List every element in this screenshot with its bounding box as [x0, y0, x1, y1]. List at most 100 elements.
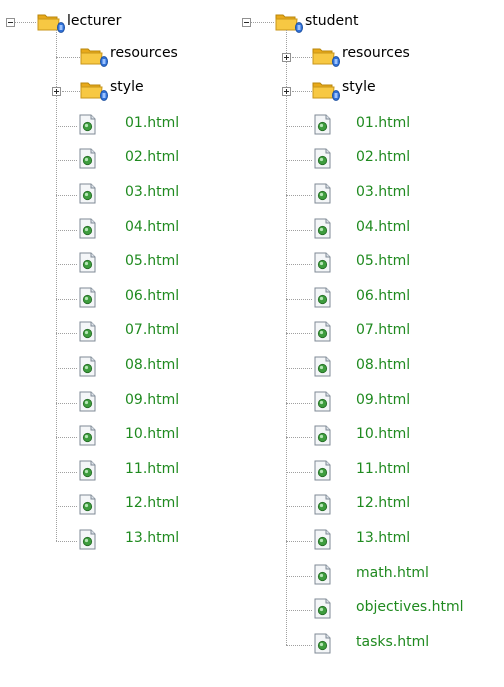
html-file-icon — [79, 391, 96, 412]
html-file-icon — [314, 425, 331, 446]
file-label-13-html[interactable]: 13.html — [356, 530, 410, 546]
tree-connector — [286, 610, 312, 612]
file-label-01-html[interactable]: 01.html — [125, 115, 179, 131]
svn-badge-icon — [332, 89, 340, 102]
html-file-icon — [314, 356, 331, 377]
plus-expander-icon[interactable] — [282, 52, 291, 62]
tree-connector — [292, 91, 312, 93]
html-file-icon — [79, 287, 96, 308]
html-file-icon — [314, 529, 331, 550]
tree-connector — [56, 160, 77, 162]
html-file-icon — [314, 564, 331, 585]
folder-label-style[interactable]: style — [342, 79, 376, 95]
tree-connector — [286, 264, 312, 266]
tree-trunk — [56, 30, 57, 541]
file-label-09-html[interactable]: 09.html — [125, 392, 179, 408]
root-collapse-expander[interactable] — [242, 18, 251, 27]
html-file-icon — [79, 460, 96, 481]
html-file-icon — [314, 218, 331, 239]
file-label-11-html[interactable]: 11.html — [356, 461, 410, 477]
tree-connector — [292, 56, 312, 58]
root-folder-label[interactable]: student — [305, 13, 359, 29]
tree-connector — [56, 333, 77, 335]
file-label-09-html[interactable]: 09.html — [356, 392, 410, 408]
file-label-08-html[interactable]: 08.html — [356, 357, 410, 373]
html-file-icon — [314, 494, 331, 515]
html-file-icon — [79, 148, 96, 169]
tree-connector — [56, 56, 80, 58]
tree-connector — [56, 402, 77, 404]
file-label-04-html[interactable]: 04.html — [356, 219, 410, 235]
tree-connector — [56, 264, 77, 266]
svn-badge-icon — [295, 21, 303, 33]
tree-connector — [286, 506, 312, 508]
file-label-06-html[interactable]: 06.html — [125, 288, 179, 304]
file-label-03-html[interactable]: 03.html — [356, 184, 410, 200]
tree-connector — [286, 333, 312, 335]
file-label-05-html[interactable]: 05.html — [125, 253, 179, 269]
tree-connector — [286, 298, 312, 300]
tree-connector — [286, 229, 312, 231]
file-label-11-html[interactable]: 11.html — [125, 461, 179, 477]
plus-expander-icon[interactable] — [52, 87, 61, 97]
tree-connector — [15, 22, 36, 23]
tree-connector — [286, 541, 312, 542]
tree-connector — [56, 125, 77, 127]
tree-connector — [56, 368, 77, 369]
folder-label-resources[interactable]: resources — [110, 45, 178, 61]
html-file-icon — [314, 391, 331, 412]
html-file-icon — [314, 633, 331, 654]
file-label-07-html[interactable]: 07.html — [356, 322, 410, 338]
file-label-04-html[interactable]: 04.html — [125, 219, 179, 235]
file-label-10-html[interactable]: 10.html — [125, 426, 179, 442]
file-label-math-html[interactable]: math.html — [356, 565, 429, 581]
tree-connector — [286, 644, 312, 646]
tree-connector — [56, 506, 77, 508]
tree-connector — [286, 437, 312, 439]
html-file-icon — [79, 114, 96, 135]
file-label-03-html[interactable]: 03.html — [125, 184, 179, 200]
file-label-06-html[interactable]: 06.html — [356, 288, 410, 304]
tree-connector — [286, 160, 312, 162]
html-file-icon — [79, 425, 96, 446]
file-label-13-html[interactable]: 13.html — [125, 530, 179, 546]
root-collapse-expander[interactable] — [6, 18, 15, 27]
tree-connector — [62, 91, 80, 93]
html-file-icon — [314, 321, 331, 342]
file-label-10-html[interactable]: 10.html — [356, 426, 410, 442]
tree-trunk — [286, 30, 287, 645]
tree-connector — [286, 402, 312, 404]
svn-badge-icon — [332, 55, 340, 67]
file-label-12-html[interactable]: 12.html — [356, 495, 410, 511]
html-file-icon — [314, 114, 331, 135]
file-label-07-html[interactable]: 07.html — [125, 322, 179, 338]
html-file-icon — [79, 494, 96, 515]
html-file-icon — [79, 356, 96, 377]
svn-badge-icon — [100, 89, 108, 102]
tree-connector — [56, 298, 77, 300]
file-label-08-html[interactable]: 08.html — [125, 357, 179, 373]
file-label-12-html[interactable]: 12.html — [125, 495, 179, 511]
tree-connector — [56, 541, 77, 542]
html-file-icon — [314, 252, 331, 273]
html-file-icon — [79, 321, 96, 342]
root-folder-label[interactable]: lecturer — [67, 13, 121, 29]
folder-label-resources[interactable]: resources — [342, 45, 410, 61]
file-label-02-html[interactable]: 02.html — [356, 149, 410, 165]
html-file-icon — [314, 183, 331, 204]
file-label-tasks-html[interactable]: tasks.html — [356, 634, 429, 650]
html-file-icon — [314, 148, 331, 169]
tree-connector — [286, 575, 312, 577]
file-label-02-html[interactable]: 02.html — [125, 149, 179, 165]
student-tree: student resources style 01.html 02.html 03.ht… — [236, 0, 504, 687]
svn-badge-icon — [100, 55, 108, 67]
file-label-05-html[interactable]: 05.html — [356, 253, 410, 269]
tree-connector — [286, 195, 312, 196]
svn-badge-icon — [57, 21, 65, 33]
file-label-01-html[interactable]: 01.html — [356, 115, 410, 131]
folder-label-style[interactable]: style — [110, 79, 144, 95]
file-label-objectives-html[interactable]: objectives.html — [356, 599, 464, 615]
plus-expander-icon[interactable] — [282, 87, 291, 97]
html-file-icon — [79, 218, 96, 239]
lecturer-tree: lecturer resources style 01.html 02.html 03.h… — [0, 0, 240, 687]
